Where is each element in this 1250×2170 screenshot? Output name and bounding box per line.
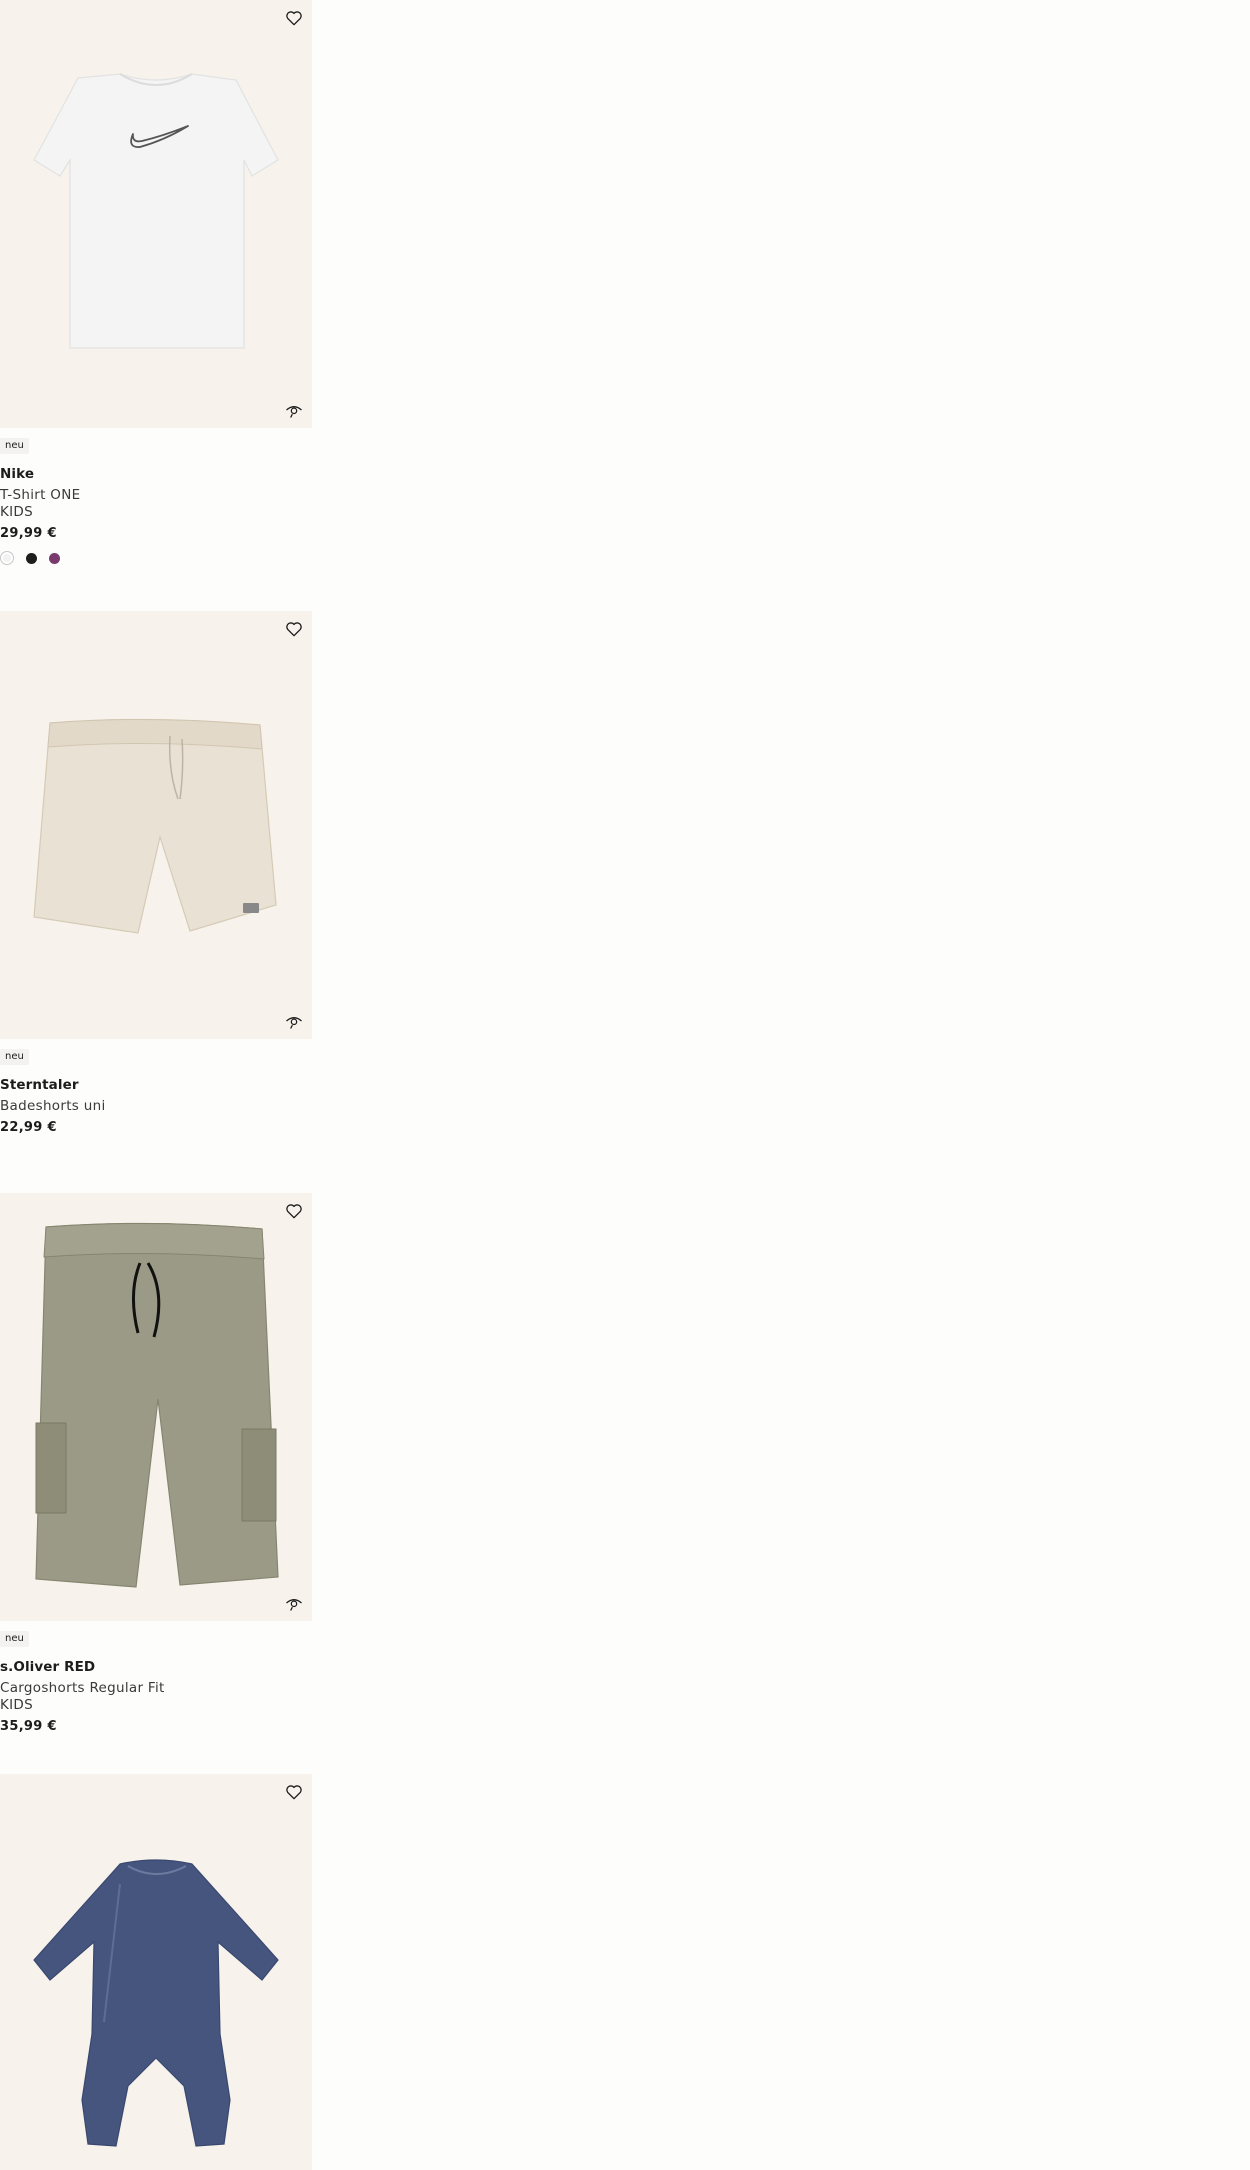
product-name[interactable]: Badeshorts uni [0,1098,312,1115]
product-card[interactable]: neu Nike T-Shirt ONE KIDS 29,99 € [0,0,312,565]
product-brand[interactable]: Sterntaler [0,1077,312,1094]
product-price: 22,99 € [0,1120,57,1135]
color-swatch-white[interactable] [0,551,14,565]
color-swatch-black[interactable] [26,552,37,564]
eye-similar-icon[interactable] [284,1011,304,1031]
eye-similar-icon[interactable] [284,400,304,420]
product-price: 35,99 € [0,1719,57,1734]
product-brand[interactable]: Nike [0,466,312,483]
product-name-line2[interactable]: KIDS [0,1697,312,1714]
eye-similar-icon[interactable] [284,1593,304,1613]
new-badge: neu [0,1631,29,1647]
new-badge: neu [0,1049,29,1065]
heart-outline-icon[interactable] [284,619,304,639]
product-name[interactable]: T-Shirt ONE [0,487,312,504]
romper-image [33,1859,279,2147]
heart-outline-icon[interactable] [284,8,304,28]
product-image[interactable] [0,1193,312,1621]
color-swatch-purple[interactable] [49,552,60,564]
color-swatches [0,551,312,565]
new-badge: neu [0,438,29,454]
cargo-shorts-image [35,1222,279,1588]
shorts-image [33,718,277,934]
product-image[interactable] [0,1774,312,2170]
product-image[interactable] [0,611,312,1039]
product-price: 29,99 € [0,526,57,541]
tshirt-image [33,73,279,349]
product-card[interactable] [0,1774,312,2170]
product-image[interactable] [0,0,312,428]
product-card[interactable]: neu s.Oliver RED Cargoshorts Regular Fit… [0,1193,312,1735]
product-card[interactable]: neu Sterntaler Badeshorts uni 22,99 € [0,611,312,1136]
heart-outline-icon[interactable] [284,1782,304,1802]
product-name[interactable]: Cargoshorts Regular Fit [0,1680,312,1697]
product-brand[interactable]: s.Oliver RED [0,1659,312,1676]
product-name-line2[interactable]: KIDS [0,504,312,521]
heart-outline-icon[interactable] [284,1201,304,1221]
